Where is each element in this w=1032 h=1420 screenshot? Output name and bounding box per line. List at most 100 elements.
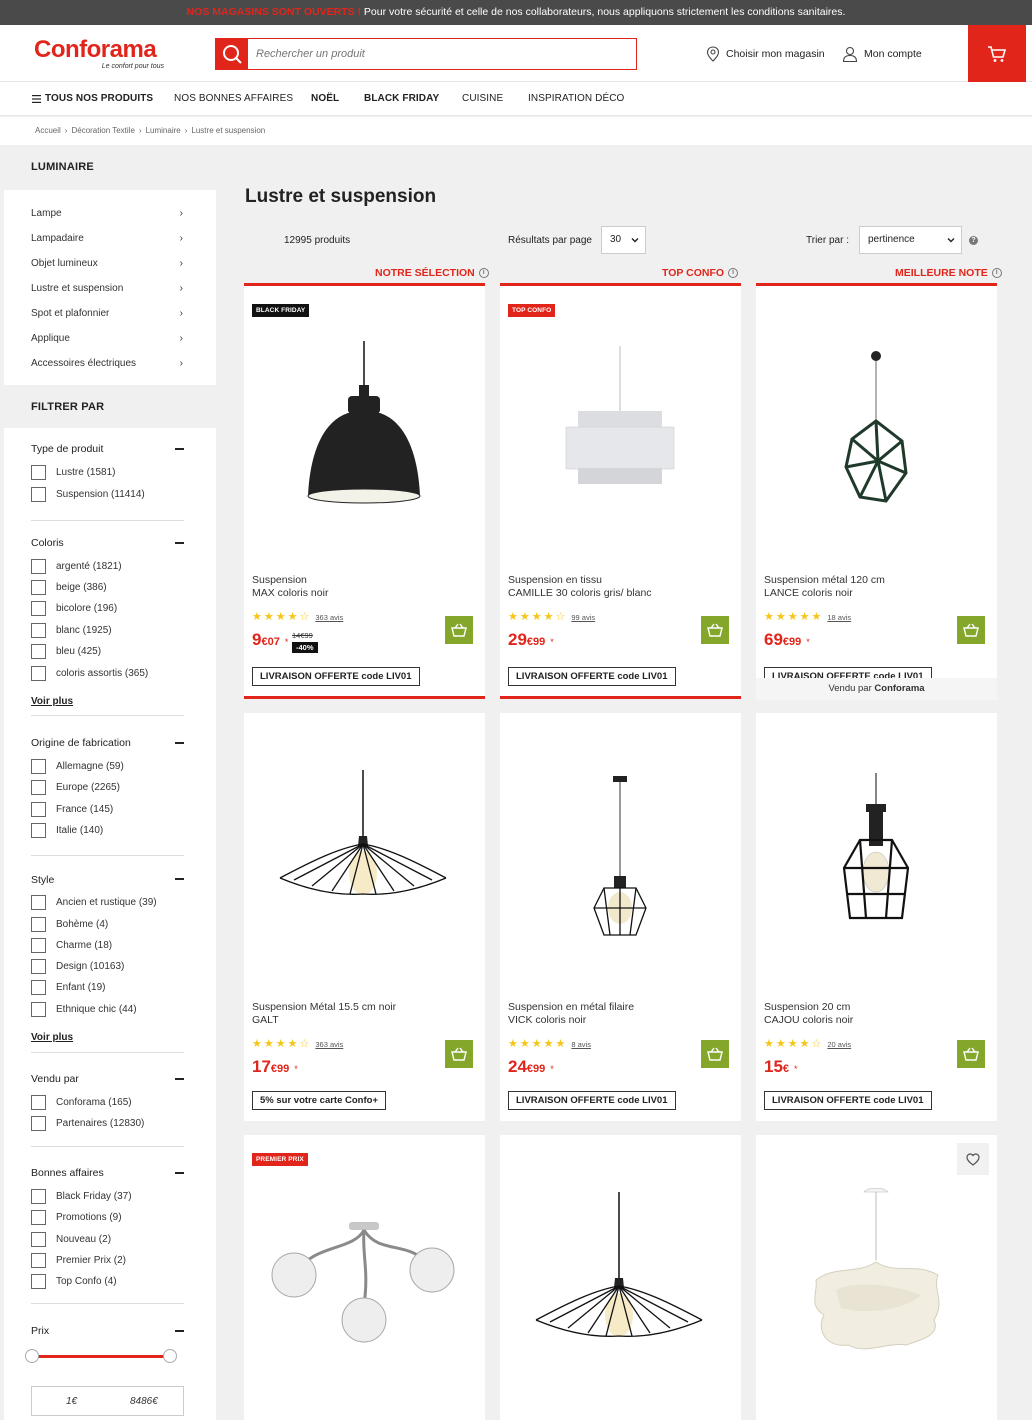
nav-all-products[interactable]: TOUS NOS PRODUITS — [32, 93, 153, 104]
see-more-link[interactable]: Voir plus — [31, 696, 73, 707]
product-name[interactable]: Suspension en tissu CAMILLE 30 coloris gr… — [508, 574, 708, 600]
category-item[interactable]: Lampadaire › — [31, 233, 183, 244]
checkbox[interactable] — [31, 959, 46, 974]
collapse-icon[interactable] — [175, 1330, 184, 1332]
product-card[interactable] — [756, 1135, 997, 1420]
checkbox[interactable] — [31, 895, 46, 910]
info-icon[interactable]: i — [991, 268, 1002, 278]
collapse-icon[interactable] — [175, 448, 184, 450]
breadcrumb-item[interactable]: Accueil — [35, 126, 61, 135]
search-input[interactable] — [256, 44, 626, 64]
product-image[interactable] — [500, 1170, 741, 1400]
filter-option[interactable]: coloris assortis (365) — [31, 666, 148, 681]
filter-option[interactable]: Partenaires (12830) — [31, 1116, 144, 1131]
filter-option[interactable]: Charme (18) — [31, 938, 112, 953]
filter-option[interactable]: Premier Prix (2) — [31, 1253, 126, 1268]
checkbox[interactable] — [31, 1253, 46, 1268]
checkbox[interactable] — [31, 1232, 46, 1247]
checkbox[interactable] — [31, 980, 46, 995]
checkbox[interactable] — [31, 580, 46, 595]
seller-name[interactable]: Conforama — [874, 683, 924, 694]
nav-item-inspiration[interactable]: INSPIRATION DÉCO — [528, 93, 624, 104]
product-image[interactable] — [756, 748, 997, 978]
filter-option[interactable]: Conforama (165) — [31, 1095, 132, 1110]
filter-option[interactable]: Ancien et rustique (39) — [31, 895, 157, 910]
nav-item-bonnes-affaires[interactable]: NOS BONNES AFFAIRES — [174, 93, 293, 104]
filter-option[interactable]: Top Confo (4) — [31, 1274, 117, 1289]
filter-option[interactable]: Suspension (11414) — [31, 487, 145, 502]
checkbox[interactable] — [31, 487, 46, 502]
product-card[interactable]: TOP CONFO Suspension en tissu CAMILLE 30 … — [500, 283, 741, 699]
product-card[interactable]: Suspension Métal 15.5 cm noir GALT ★ ★ ★ ★ ☆ 3… — [244, 713, 485, 1121]
filter-option[interactable]: Bohème (4) — [31, 917, 108, 932]
filter-option[interactable]: Promotions (9) — [31, 1210, 122, 1225]
collapse-icon[interactable] — [175, 1172, 184, 1174]
sort-select[interactable]: pertinence — [859, 226, 962, 254]
add-to-cart-button[interactable] — [701, 616, 729, 644]
checkbox[interactable] — [31, 1274, 46, 1289]
filter-option[interactable]: Enfant (19) — [31, 980, 105, 995]
product-card[interactable]: Suspension en métal filaire VICK coloris … — [500, 713, 741, 1121]
logo[interactable]: Conforama Le confort pour tous — [34, 37, 169, 73]
filter-option[interactable]: Italie (140) — [31, 823, 103, 838]
filter-option[interactable]: Design (10163) — [31, 959, 124, 974]
price-min[interactable]: 1€ — [66, 1396, 77, 1407]
product-image[interactable] — [244, 321, 485, 551]
filter-option[interactable]: Lustre (1581) — [31, 465, 115, 480]
filter-option[interactable]: Europe (2265) — [31, 780, 120, 795]
filter-option[interactable]: bicolore (196) — [31, 601, 117, 616]
store-locator[interactable]: Choisir mon magasin — [706, 44, 825, 64]
product-image[interactable] — [244, 1170, 485, 1400]
review-count[interactable]: 363 avis — [315, 1040, 343, 1049]
filter-option[interactable]: bleu (425) — [31, 644, 101, 659]
collapse-icon[interactable] — [175, 878, 184, 880]
checkbox[interactable] — [31, 1116, 46, 1131]
category-item[interactable]: Applique › — [31, 333, 183, 344]
nav-item-noel[interactable]: NOËL — [311, 93, 339, 104]
price-slider-min-handle[interactable] — [25, 1349, 39, 1363]
cart-button[interactable] — [968, 25, 1026, 82]
review-count[interactable]: 99 avis — [571, 613, 595, 622]
checkbox[interactable] — [31, 802, 46, 817]
nav-item-cuisine[interactable]: CUISINE — [462, 93, 503, 104]
product-card[interactable]: BLACK FRIDAY Suspension MAX coloris noir … — [244, 283, 485, 699]
category-item[interactable]: Accessoires électriques › — [31, 358, 183, 369]
product-name[interactable]: Suspension MAX coloris noir — [252, 574, 452, 600]
checkbox[interactable] — [31, 1002, 46, 1017]
nav-item-black-friday[interactable]: BLACK FRIDAY — [364, 93, 439, 104]
breadcrumb-item[interactable]: Lustre et suspension — [191, 126, 265, 135]
checkbox[interactable] — [31, 1189, 46, 1204]
checkbox[interactable] — [31, 559, 46, 574]
breadcrumb-item[interactable]: Décoration Textile — [71, 126, 134, 135]
filter-option[interactable]: France (145) — [31, 802, 113, 817]
info-icon[interactable]: i — [478, 268, 489, 278]
breadcrumb-item[interactable]: Luminaire — [146, 126, 181, 135]
per-page-select[interactable]: 30 — [601, 226, 646, 254]
add-to-cart-button[interactable] — [445, 616, 473, 644]
review-count[interactable]: 20 avis — [827, 1040, 851, 1049]
info-icon[interactable]: i — [728, 268, 739, 278]
review-count[interactable]: 363 avis — [315, 613, 343, 622]
collapse-icon[interactable] — [175, 542, 184, 544]
checkbox[interactable] — [31, 780, 46, 795]
search-button[interactable] — [216, 39, 248, 69]
category-item[interactable]: Objet lumineux › — [31, 258, 183, 269]
price-slider-max-handle[interactable] — [163, 1349, 177, 1363]
checkbox[interactable] — [31, 938, 46, 953]
category-item[interactable]: Lustre et suspension › — [31, 283, 183, 294]
product-card[interactable]: Suspension métal 120 cm LANCE coloris noi… — [756, 283, 997, 700]
product-name[interactable]: Suspension Métal 15.5 cm noir GALT — [252, 1001, 452, 1027]
product-name[interactable]: Suspension métal 120 cm LANCE coloris noi… — [764, 574, 964, 600]
checkbox[interactable] — [31, 666, 46, 681]
add-to-cart-button[interactable] — [701, 1040, 729, 1068]
add-to-cart-button[interactable] — [957, 616, 985, 644]
checkbox[interactable] — [31, 759, 46, 774]
filter-option[interactable]: beige (386) — [31, 580, 107, 595]
help-icon[interactable]: ? — [969, 236, 978, 245]
checkbox[interactable] — [31, 1210, 46, 1225]
category-item[interactable]: Lampe › — [31, 208, 183, 219]
product-image[interactable] — [500, 748, 741, 978]
checkbox[interactable] — [31, 465, 46, 480]
collapse-icon[interactable] — [175, 742, 184, 744]
filter-option[interactable]: Allemagne (59) — [31, 759, 124, 774]
